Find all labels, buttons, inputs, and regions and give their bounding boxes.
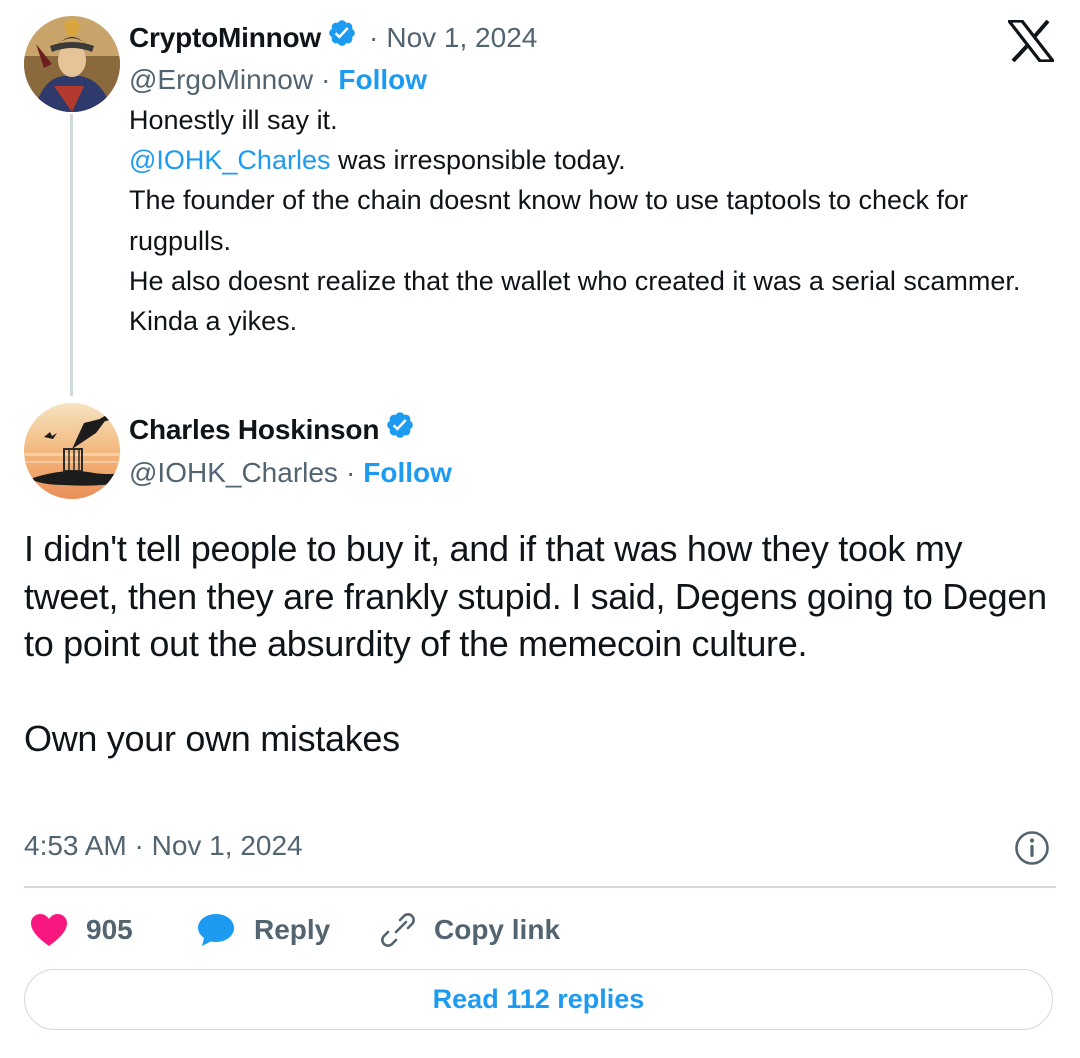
read-replies-label: Read 112 replies xyxy=(432,984,645,1014)
parent-line: He also doesnt realize that the wallet w… xyxy=(129,265,1021,296)
handle-separator: · xyxy=(345,457,356,488)
parent-line: @IOHK_Charles was irresponsible today. xyxy=(129,140,1059,180)
copy-link-button[interactable]: Copy link xyxy=(380,905,560,955)
avatar-charles-hoskinson[interactable] xyxy=(24,403,120,499)
parent-tweet-text: Honestly ill say it. @IOHK_Charles was i… xyxy=(129,100,1059,341)
parent-line-text: was irresponsible today. xyxy=(330,145,626,176)
read-replies-button[interactable]: Read 112 replies xyxy=(24,969,1053,1030)
thread-connector-line xyxy=(70,114,73,396)
follow-button-charles[interactable]: Follow xyxy=(363,457,452,489)
main-handle-row: @IOHK_Charles · Follow xyxy=(129,453,452,493)
avatar-cryptominnow[interactable] xyxy=(24,16,120,112)
parent-tweet-date[interactable]: Nov 1, 2024 xyxy=(386,22,537,54)
reply-label: Reply xyxy=(254,914,331,945)
date-separator: · xyxy=(369,22,379,53)
like-count: 905 xyxy=(86,914,133,945)
main-author-name[interactable]: Charles Hoskinson xyxy=(129,414,379,446)
parent-line: Honestly ill say it. xyxy=(129,105,338,135)
main-tweet-paragraph: Own your own mistakes xyxy=(24,717,400,759)
handle-separator: · xyxy=(321,64,331,95)
copy-link-label: Copy link xyxy=(434,914,561,945)
tweet-timestamp[interactable]: 4:53 AM · Nov 1, 2024 xyxy=(24,830,303,862)
heart-icon xyxy=(30,913,86,947)
info-icon[interactable] xyxy=(1014,830,1050,866)
main-tweet-paragraph: I didn't tell people to buy it, and if t… xyxy=(24,528,1047,664)
main-tweet-header: Charles Hoskinson xyxy=(129,410,415,450)
like-button[interactable]: 905 xyxy=(30,905,133,955)
reply-button[interactable]: Reply xyxy=(196,905,330,955)
main-author-handle[interactable]: @IOHK_Charles xyxy=(129,457,338,489)
verified-badge-icon xyxy=(385,410,415,445)
parent-line: The founder of the chain doesnt know how… xyxy=(129,185,969,256)
reply-bubble-icon xyxy=(196,912,254,948)
link-icon xyxy=(380,912,434,948)
divider xyxy=(24,886,1056,888)
parent-tweet-header: CryptoMinnow · Nov 1, 2024 xyxy=(129,18,537,58)
parent-author-name[interactable]: CryptoMinnow xyxy=(129,22,321,54)
verified-badge-icon xyxy=(327,18,357,53)
x-logo-icon[interactable] xyxy=(1005,19,1057,63)
parent-handle-row: @ErgoMinnow · Follow xyxy=(129,60,427,100)
main-tweet-text: I didn't tell people to buy it, and if t… xyxy=(24,525,1064,762)
parent-author-handle[interactable]: @ErgoMinnow xyxy=(129,64,313,96)
follow-button-cryptominnow[interactable]: Follow xyxy=(338,64,427,96)
parent-line: Kinda a yikes. xyxy=(129,306,298,337)
mention-link[interactable]: @IOHK_Charles xyxy=(129,145,330,175)
